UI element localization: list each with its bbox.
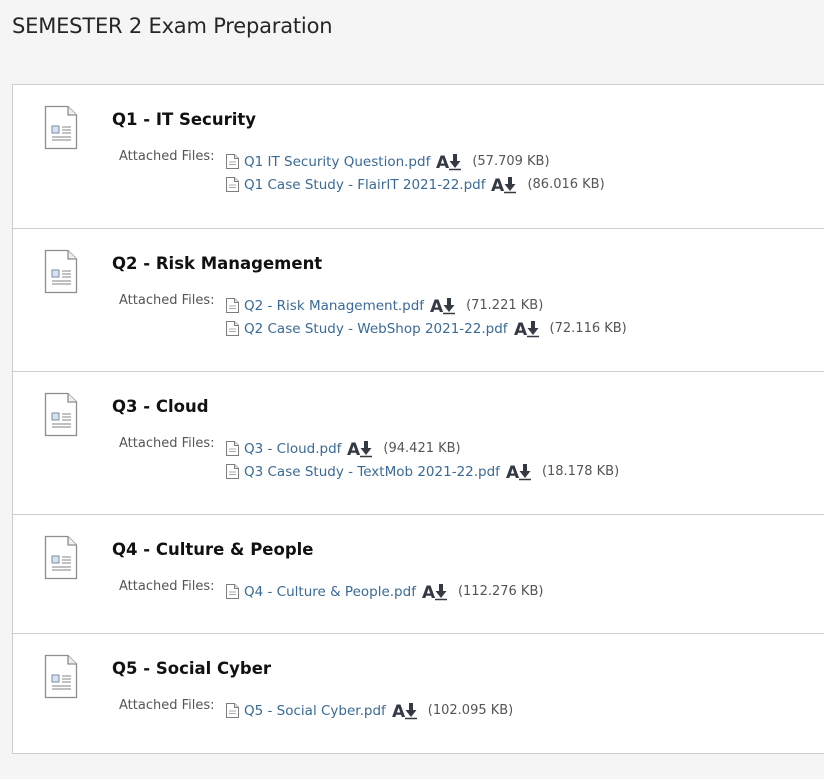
file-link[interactable]: Q5 - Social Cyber.pdf: [244, 703, 386, 719]
file-icon: [226, 177, 239, 192]
content-item-q4: Q4 - Culture & People Attached Files: Q4…: [13, 514, 824, 633]
content-item-q5: Q5 - Social Cyber Attached Files: Q5 - S…: [13, 633, 824, 753]
file-list: Q5 - Social Cyber.pdf A (102.095 KB): [226, 699, 513, 722]
svg-text:A: A: [436, 153, 450, 171]
file-link[interactable]: Q4 - Culture & People.pdf: [244, 584, 416, 600]
file-size: (72.116 KB): [549, 321, 627, 336]
attached-files-label: Attached Files:: [119, 149, 215, 164]
file-list: Q3 - Cloud.pdf A (94.421 KB) Q3 Case Stu…: [226, 437, 619, 483]
attached-files-label: Attached Files:: [119, 579, 215, 594]
file-size: (57.709 KB): [472, 154, 550, 169]
file-row: Q2 Case Study - WebShop 2021-22.pdf A (7…: [226, 317, 627, 340]
file-list: Q1 IT Security Question.pdf A (57.709 KB…: [226, 150, 605, 196]
document-icon: [44, 249, 78, 294]
document-icon: [44, 105, 78, 150]
document-icon: [44, 392, 78, 437]
attached-files-label: Attached Files:: [119, 436, 215, 451]
read-aloud-download-icon[interactable]: A: [514, 320, 542, 338]
file-icon: [226, 298, 239, 313]
svg-text:A: A: [430, 297, 444, 315]
read-aloud-download-icon[interactable]: A: [430, 297, 458, 315]
page-title: SEMESTER 2 Exam Preparation: [12, 14, 333, 38]
file-icon: [226, 584, 239, 599]
file-list: Q4 - Culture & People.pdf A (112.276 KB): [226, 580, 543, 603]
file-row: Q1 IT Security Question.pdf A (57.709 KB…: [226, 150, 605, 173]
file-row: Q3 Case Study - TextMob 2021-22.pdf A (1…: [226, 460, 619, 483]
svg-text:A: A: [392, 702, 406, 720]
attached-files-label: Attached Files:: [119, 698, 215, 713]
svg-text:A: A: [491, 176, 505, 194]
file-icon: [226, 464, 239, 479]
content-item-q1: Q1 - IT Security Attached Files: Q1 IT S…: [13, 85, 824, 228]
attached-files-label: Attached Files:: [119, 293, 215, 308]
file-icon: [226, 703, 239, 718]
file-size: (102.095 KB): [427, 703, 514, 718]
file-size: (112.276 KB): [457, 584, 544, 599]
item-title: Q1 - IT Security: [112, 110, 257, 129]
read-aloud-download-icon[interactable]: A: [491, 176, 519, 194]
read-aloud-download-icon[interactable]: A: [436, 153, 464, 171]
file-icon: [226, 321, 239, 336]
file-size: (71.221 KB): [466, 298, 544, 313]
file-link[interactable]: Q2 - Risk Management.pdf: [244, 298, 424, 314]
file-size: (86.016 KB): [527, 177, 605, 192]
document-icon: [44, 535, 78, 580]
svg-text:A: A: [506, 463, 520, 481]
file-row: Q4 - Culture & People.pdf A (112.276 KB): [226, 580, 543, 603]
file-list: Q2 - Risk Management.pdf A (71.221 KB) Q…: [226, 294, 627, 340]
svg-text:A: A: [422, 583, 436, 601]
file-row: Q5 - Social Cyber.pdf A (102.095 KB): [226, 699, 513, 722]
read-aloud-download-icon[interactable]: A: [392, 702, 420, 720]
file-row: Q3 - Cloud.pdf A (94.421 KB): [226, 437, 619, 460]
item-title: Q2 - Risk Management: [112, 254, 323, 273]
file-icon: [226, 441, 239, 456]
file-icon: [226, 154, 239, 169]
file-link[interactable]: Q3 - Cloud.pdf: [244, 441, 341, 457]
item-title: Q5 - Social Cyber: [112, 659, 272, 678]
read-aloud-download-icon[interactable]: A: [347, 440, 375, 458]
read-aloud-download-icon[interactable]: A: [506, 463, 534, 481]
item-title: Q3 - Cloud: [112, 397, 209, 416]
file-row: Q2 - Risk Management.pdf A (71.221 KB): [226, 294, 627, 317]
file-link[interactable]: Q1 Case Study - FlairIT 2021-22.pdf: [244, 177, 485, 193]
content-list: Q1 - IT Security Attached Files: Q1 IT S…: [12, 84, 824, 754]
file-link[interactable]: Q2 Case Study - WebShop 2021-22.pdf: [244, 321, 508, 337]
svg-text:A: A: [514, 320, 528, 338]
file-link[interactable]: Q3 Case Study - TextMob 2021-22.pdf: [244, 464, 500, 480]
file-size: (18.178 KB): [541, 464, 620, 479]
document-icon: [44, 654, 78, 699]
file-link[interactable]: Q1 IT Security Question.pdf: [244, 154, 430, 170]
file-size: (94.421 KB): [383, 441, 461, 456]
content-item-q2: Q2 - Risk Management Attached Files: Q2 …: [13, 228, 824, 371]
file-row: Q1 Case Study - FlairIT 2021-22.pdf A (8…: [226, 173, 605, 196]
content-item-q3: Q3 - Cloud Attached Files: Q3 - Cloud.pd…: [13, 371, 824, 514]
read-aloud-download-icon[interactable]: A: [422, 583, 450, 601]
item-title: Q4 - Culture & People: [112, 540, 314, 559]
svg-text:A: A: [347, 440, 361, 458]
